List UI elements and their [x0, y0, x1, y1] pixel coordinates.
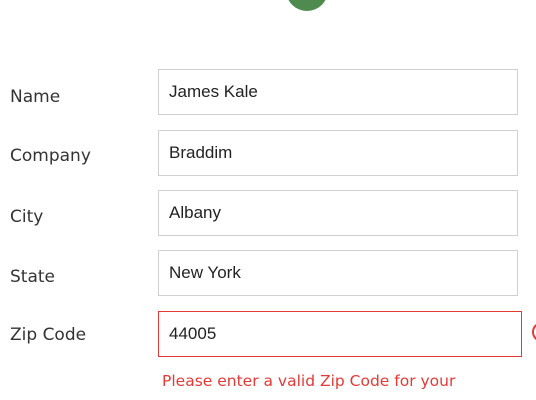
city-field[interactable]: [158, 190, 518, 236]
city-label: City: [10, 207, 44, 227]
name-label: Name: [10, 87, 61, 107]
status-circle-icon: [286, 0, 328, 11]
zip-code-field[interactable]: [158, 311, 522, 357]
contact-form-page: Name Company City State Zip Code Please …: [0, 0, 536, 400]
company-field[interactable]: [158, 130, 518, 176]
company-label: Company: [10, 146, 91, 166]
state-field[interactable]: [158, 250, 518, 296]
state-label: State: [10, 267, 55, 287]
zip-code-label: Zip Code: [10, 325, 87, 345]
error-circle-icon: [532, 322, 536, 342]
zip-code-error-message: Please enter a valid Zip Code for your: [162, 372, 456, 390]
name-field[interactable]: [158, 69, 518, 115]
